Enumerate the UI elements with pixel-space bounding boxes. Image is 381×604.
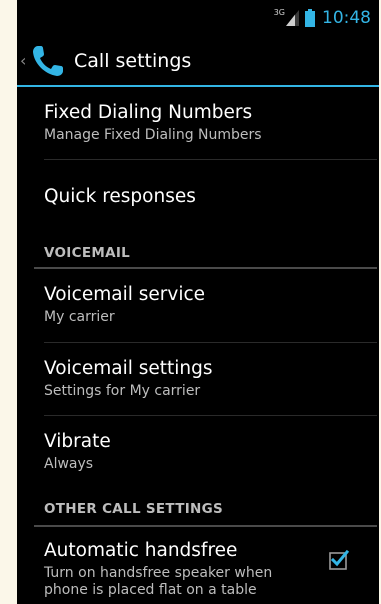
- up-button[interactable]: ‹: [17, 36, 66, 85]
- pref-title: Voicemail settings: [44, 358, 213, 379]
- signal-icon: [286, 10, 299, 26]
- voicemail-settings-item[interactable]: Voicemail settings Settings for My carri…: [17, 343, 379, 416]
- pref-title: Vibrate: [44, 431, 111, 452]
- handsfree-checkbox[interactable]: [328, 549, 350, 571]
- category-title: VOICEMAIL: [44, 245, 131, 261]
- pref-summary: Turn on handsfree speaker when phone is …: [44, 565, 273, 598]
- pref-title: Voicemail service: [44, 284, 206, 305]
- pref-summary: Manage Fixed Dialing Numbers: [44, 127, 262, 143]
- phone-icon: [33, 45, 63, 76]
- quick-responses-item[interactable]: Quick responses: [17, 160, 379, 227]
- phone-screen: 3G 10:48 ‹ Call settings Fixed Dialing N…: [17, 0, 379, 604]
- voicemail-service-item[interactable]: Voicemail service My carrier: [17, 269, 379, 343]
- settings-list: Fixed Dialing Numbers Manage Fixed Diali…: [17, 87, 379, 604]
- category-title: OTHER CALL SETTINGS: [44, 501, 224, 517]
- pref-summary: Settings for My carrier: [44, 383, 201, 399]
- other-call-settings-category-header: OTHER CALL SETTINGS: [17, 489, 379, 527]
- pref-title: Fixed Dialing Numbers: [44, 102, 253, 123]
- action-bar: ‹ Call settings: [17, 36, 379, 85]
- voicemail-category-header: VOICEMAIL: [17, 227, 379, 269]
- network-type-label: 3G: [273, 7, 285, 17]
- automatic-handsfree-item[interactable]: Automatic handsfree Turn on handsfree sp…: [17, 527, 379, 604]
- pref-title: Quick responses: [44, 186, 196, 207]
- page-title: Call settings: [74, 49, 192, 72]
- up-caret-icon: ‹: [20, 51, 27, 70]
- fixed-dialing-numbers-item[interactable]: Fixed Dialing Numbers Manage Fixed Diali…: [17, 87, 379, 160]
- pref-summary: My carrier: [44, 309, 115, 325]
- status-bar: 3G 10:48: [17, 0, 379, 36]
- battery-icon: [305, 9, 315, 27]
- clock: 10:48: [322, 8, 371, 28]
- vibrate-item[interactable]: Vibrate Always: [17, 416, 379, 489]
- pref-summary: Always: [44, 456, 94, 472]
- pref-title: Automatic handsfree: [44, 540, 238, 561]
- screenshot-frame: 3G 10:48 ‹ Call settings Fixed Dialing N…: [0, 0, 381, 604]
- status-icons: 3G 10:48: [274, 7, 371, 29]
